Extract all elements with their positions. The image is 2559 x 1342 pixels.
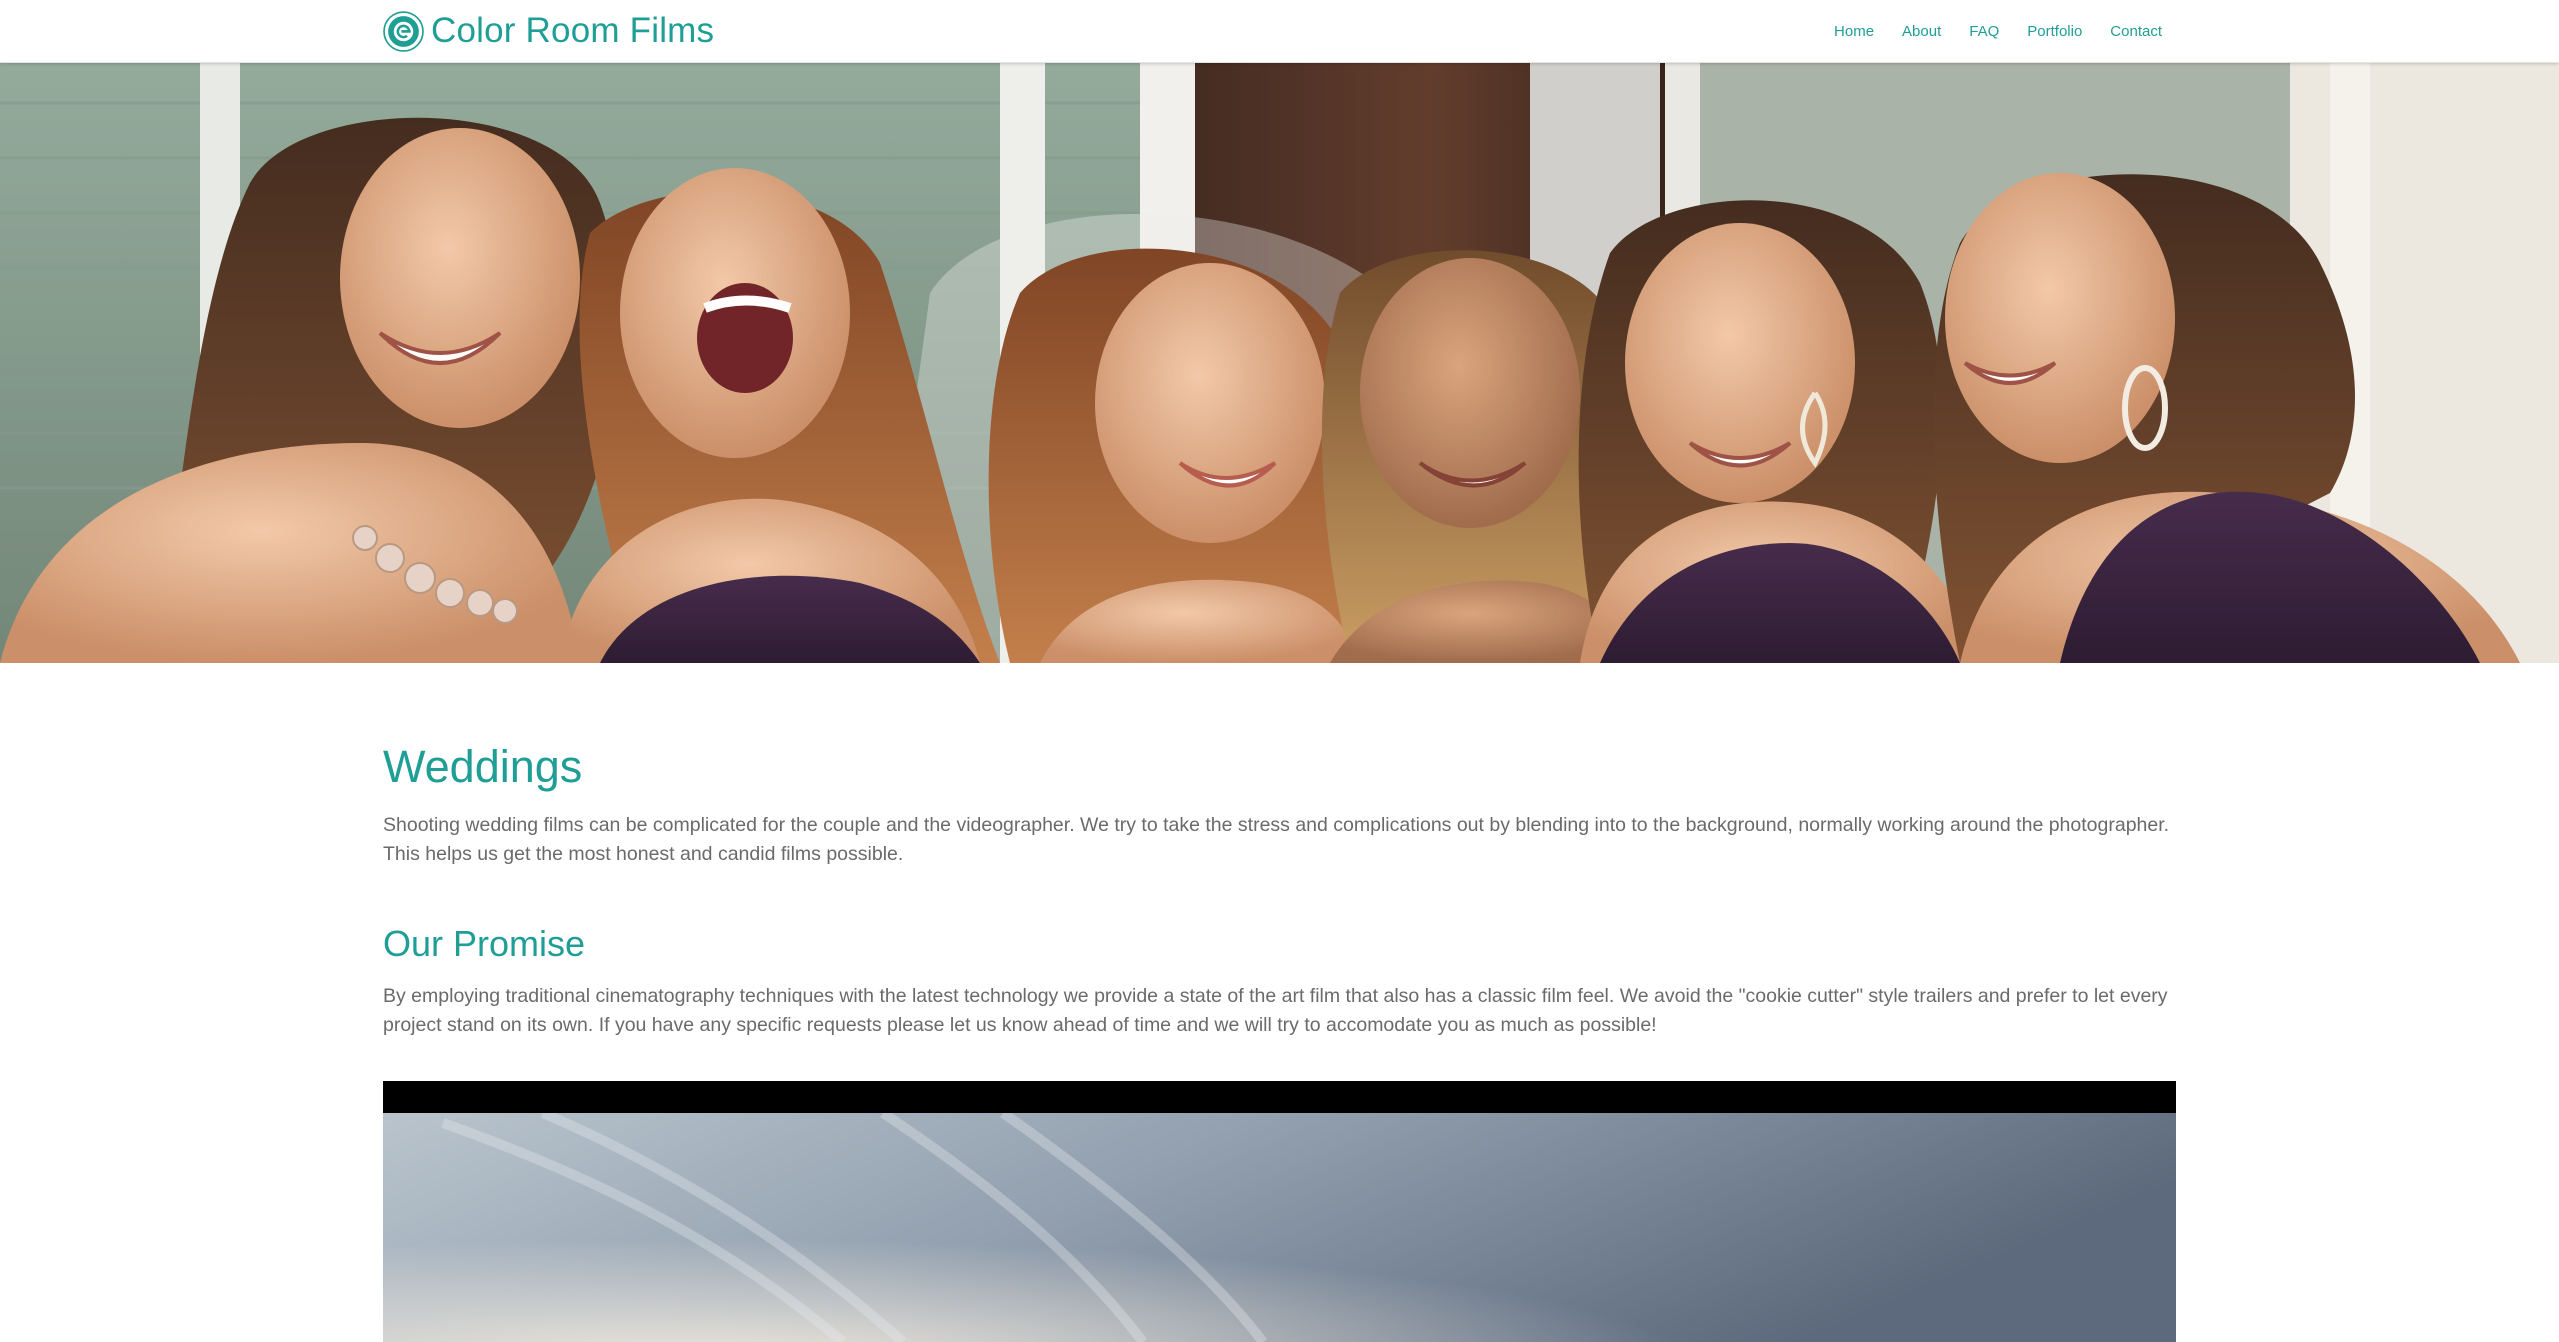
weddings-text: Shooting wedding films can be complicate… (383, 814, 2170, 865)
nav-home-link[interactable]: Home (1820, 23, 1888, 40)
brand-name: Color Room Films (431, 11, 715, 50)
film-reel-logo-icon (383, 10, 424, 52)
nav-portfolio-link[interactable]: Portfolio (2013, 23, 2096, 40)
site-header: Color Room Films Home About FAQ Portfoli… (0, 0, 2559, 63)
hero-image (0, 63, 2559, 663)
promise-heading: Our Promise (383, 923, 586, 964)
nav-contact-link[interactable]: Contact (2096, 23, 2162, 40)
weddings-heading: Weddings (383, 741, 583, 792)
nav-about-link[interactable]: About (1888, 23, 1955, 40)
promise-text: By employing traditional cinematography … (383, 985, 2168, 1036)
nav-faq-link[interactable]: FAQ (1955, 23, 2013, 40)
sky-video-frame (383, 1113, 2176, 1342)
video-player[interactable] (383, 1081, 2176, 1342)
bridal-party-photo (0, 63, 2559, 663)
brand-logo-link[interactable]: Color Room Films (383, 8, 714, 54)
main-nav: Home About FAQ Portfolio Contact (1820, 0, 2162, 63)
